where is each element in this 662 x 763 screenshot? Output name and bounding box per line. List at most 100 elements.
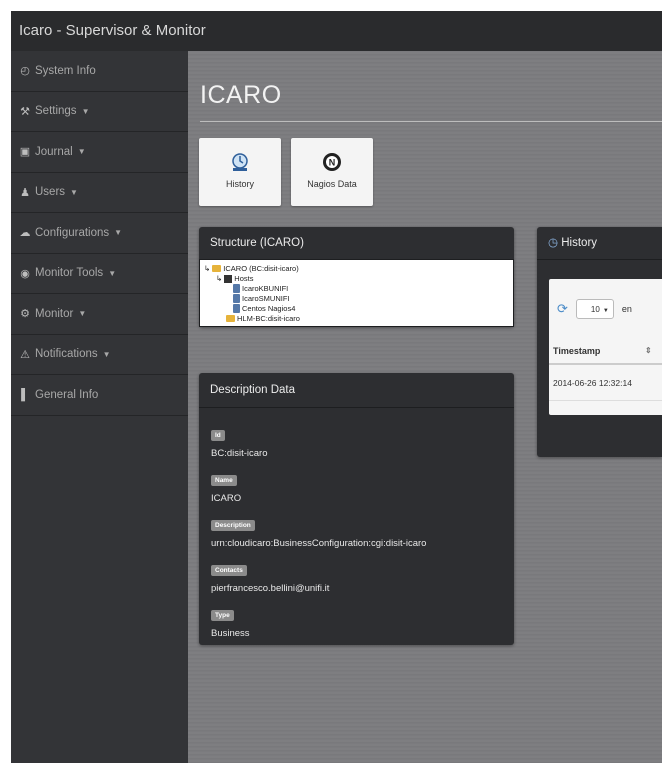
page-size-select[interactable]: 10 ▼ [575,299,614,319]
page-size-value: 10 [590,305,600,314]
sidebar-item-users[interactable]: ♟ Users ▼ [11,173,188,213]
refresh-icon[interactable]: ⟳ [557,301,568,317]
history-icon: ◷ [548,237,559,249]
tree-node-hosts[interactable]: ↳ Hosts [216,274,253,283]
cloud-icon: ☁ [19,227,31,240]
bar-chart-icon: ▌ [21,388,29,401]
expand-toggle-icon: ↳ [216,274,223,283]
folder-icon [212,265,222,272]
folder-icon [226,315,235,322]
tile-label: Nagios Data [307,179,357,189]
description-body: Id BC:disit-icaro Name ICARO Description… [199,408,514,665]
field-label-description: Description [211,520,255,531]
panel-title: Structure (ICARO) [199,227,514,260]
tree-node-label: IcaroSMUNIFI [242,294,290,303]
table-row[interactable]: 2014-06-26 12:32:14 [549,365,662,401]
history-icon [230,152,250,177]
sidebar-item-monitor[interactable]: ⚙ Monitor ▼ [11,294,188,335]
structure-tree: ↳ ICARO (BC:disit-icaro) ↳ Hosts IcaroKB… [199,259,514,327]
sidebar-item-label: Journal [35,145,73,158]
eye-icon: ◉ [20,267,30,280]
svg-text:N: N [329,158,336,168]
field-value-contacts: pierfrancesco.bellini@unifi.it [211,583,330,594]
field-label-type: Type [211,610,234,621]
tree-node-host[interactable]: IcaroSMUNIFI [233,294,290,303]
column-header-timestamp[interactable]: Timestamp ⇕ [549,337,662,365]
hosts-icon [224,274,233,283]
sort-icon: ⇕ [645,346,652,355]
caret-down-icon: ▼ [77,147,86,157]
panel-title: History [561,237,598,249]
history-panel: ◷ History ⟳ 10 ▼ en Timestamp ⇕ 2014-06-2… [537,227,662,457]
caret-down-icon: ▼ [102,349,111,359]
server-icon [233,294,240,303]
server-icon [233,304,240,313]
tree-node-host[interactable]: IcaroKBUNIFI [233,284,288,293]
field-value-name: ICARO [211,493,242,504]
sidebar-item-label: Configurations [35,226,110,239]
sidebar-item-label: Users [35,186,66,199]
sidebar-item-label: General Info [35,388,99,401]
sidebar: ◴ System Info ⚒ Settings ▼ ▣ Journal ▼ ♟… [11,51,188,763]
tree-node-label: IcaroKBUNIFI [242,284,289,293]
caret-down-icon: ▼ [81,106,90,116]
app-title[interactable]: Icaro - Supervisor & Monitor [19,22,206,39]
description-panel: Description Data Id BC:disit-icaro Name … [199,373,514,645]
sidebar-item-general-info[interactable]: ▌ General Info [11,375,188,416]
sidebar-item-journal[interactable]: ▣ Journal ▼ [11,132,188,173]
caret-down-icon: ▼ [108,268,117,278]
sidebar-item-label: Monitor [35,307,74,320]
history-controls: ⟳ 10 ▼ en [557,299,632,319]
tree-node-hlm[interactable]: HLM-BC:disit-icaro [226,314,300,323]
caret-down-icon: ▼ [114,228,123,238]
sidebar-item-monitor-tools[interactable]: ◉ Monitor Tools ▼ [11,254,188,294]
chevron-down-icon: ▼ [602,308,609,314]
top-navbar: Icaro - Supervisor & Monitor [11,11,662,51]
browser-frame: Icaro - Supervisor & Monitor ◴ System In… [11,11,662,763]
history-tile-button[interactable]: History [199,138,281,206]
sidebar-item-settings[interactable]: ⚒ Settings ▼ [11,92,188,132]
warning-icon: ⚠ [20,348,30,361]
wrench-icon: ⚒ [20,105,30,118]
field-value-description: urn:cloudicaro:BusinessConfiguration:cgi… [211,538,427,549]
sidebar-item-notifications[interactable]: ⚠ Notifications ▼ [11,335,188,375]
sidebar-item-label: System Info [35,64,96,77]
entries-label: en [621,304,632,314]
panel-title: Description Data [199,373,514,408]
structure-panel: Structure (ICARO) ↳ ICARO (BC:disit-icar… [199,227,514,327]
field-value-id: BC:disit-icaro [211,448,268,459]
clock-icon: ◴ [20,65,30,78]
page-title: ICARO [200,81,282,109]
tree-node-label: Hosts [234,274,254,283]
field-label-name: Name [211,475,237,486]
nagios-data-tile-button[interactable]: N Nagios Data [291,138,373,206]
tile-label: History [225,179,254,189]
sidebar-item-configurations[interactable]: ☁ Configurations ▼ [11,213,188,254]
caret-down-icon: ▼ [78,309,87,319]
sidebar-item-label: Settings [35,105,77,118]
tree-node-label: Centos Nagios4 [242,304,296,313]
sidebar-item-label: Monitor Tools [35,267,104,280]
tree-node-root[interactable]: ↳ ICARO (BC:disit-icaro) [204,264,299,273]
sidebar-item-label: Notifications [35,348,98,361]
table-cell-timestamp: 2014-06-26 12:32:14 [553,378,632,388]
tree-node-label: HLM-BC:disit-icaro [237,314,300,323]
tree-node-label: ICARO (BC:disit-icaro) [223,264,299,273]
book-icon: ▣ [19,146,31,159]
nagios-icon: N [322,152,342,177]
field-label-contacts: Contacts [211,565,247,576]
main-content: ICARO History N Nagios Data Structure (I… [188,51,662,763]
sidebar-item-system-info[interactable]: ◴ System Info [11,51,188,92]
cog-icon: ⚙ [20,308,30,321]
column-header-label: Timestamp [553,346,601,356]
expand-toggle-icon: ↳ [204,264,211,273]
caret-down-icon: ▼ [70,187,78,197]
field-value-type: Business [211,628,250,639]
history-table-container: ⟳ 10 ▼ en Timestamp ⇕ 2014-06-26 12:32:14 [549,279,662,415]
server-icon [233,284,240,293]
user-icon: ♟ [20,186,30,199]
tree-node-host[interactable]: Centos Nagios4 [233,304,295,313]
title-divider [200,121,662,122]
panel-header: ◷ History [537,227,662,260]
field-label-id: Id [211,430,225,441]
